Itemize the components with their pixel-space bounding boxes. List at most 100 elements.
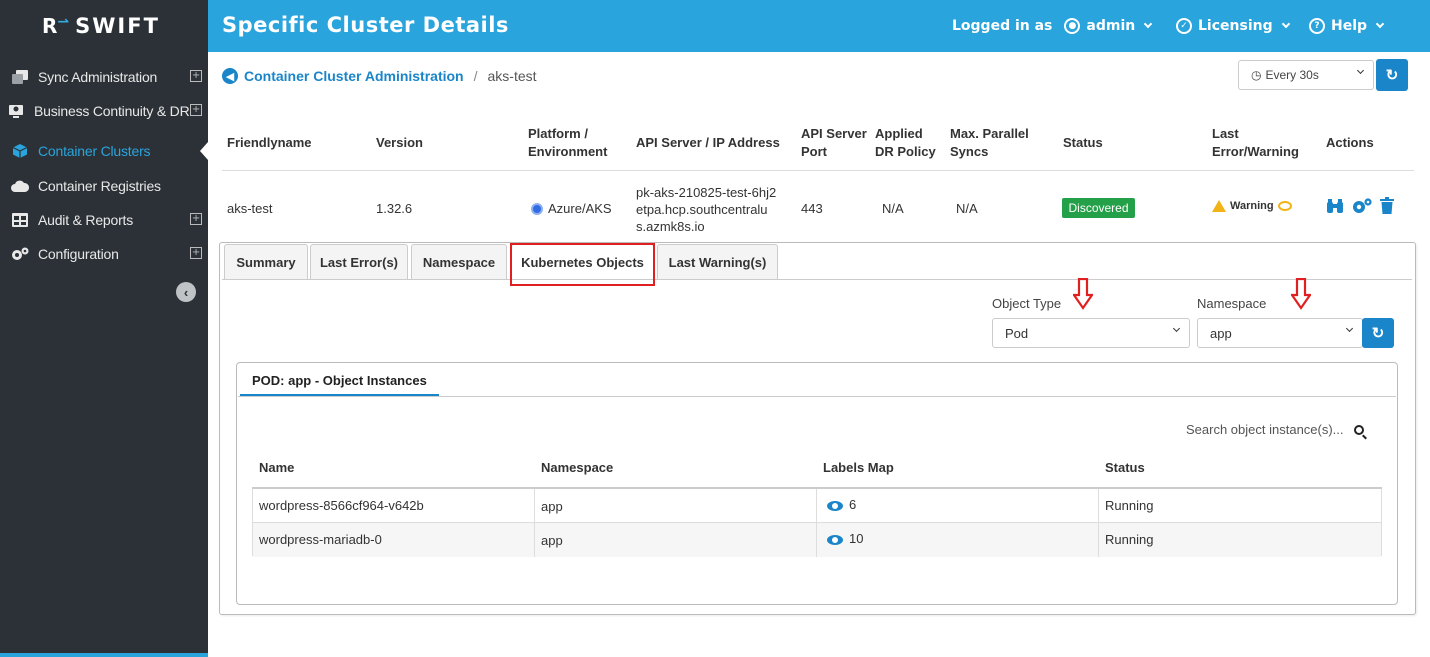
tab-summary[interactable]: Summary — [224, 244, 308, 279]
expand-icon[interactable]: + — [190, 213, 202, 225]
help-label: Help — [1331, 18, 1368, 34]
api-line2: etpa.hcp.southcentralu — [636, 202, 768, 217]
last-warning[interactable]: Warning — [1212, 200, 1292, 212]
licensing-menu[interactable]: ✓ Licensing — [1176, 18, 1290, 34]
eye-icon[interactable] — [827, 534, 843, 545]
object-type-value: Pod — [1005, 325, 1029, 341]
expand-icon[interactable]: + — [190, 247, 202, 259]
col-platform-line1: Platform / — [528, 126, 588, 141]
col-error-line2: Error/Warning — [1212, 144, 1299, 159]
breadcrumb: ◀ Container Cluster Administration / aks… — [222, 68, 537, 84]
binoculars-icon[interactable] — [1326, 198, 1344, 219]
cell-labels-map[interactable]: 10 — [827, 531, 863, 546]
chevron-down-icon — [1375, 19, 1385, 29]
chevron-down-icon — [1143, 19, 1153, 29]
cell-dr-policy: N/A — [882, 201, 904, 216]
expand-icon[interactable]: + — [190, 104, 202, 116]
user-menu[interactable]: Logged in as ● admin — [952, 18, 1153, 34]
cell-status: Running — [1105, 498, 1154, 513]
col-name: Name — [259, 460, 295, 475]
col-policy-line2: DR Policy — [875, 144, 936, 159]
settings-icon[interactable] — [1352, 197, 1372, 219]
red-down-arrow-icon — [1291, 278, 1311, 310]
cell-name: wordpress-8566cf964-v642b — [259, 498, 424, 513]
search-box[interactable]: Search object instance(s)... — [1186, 422, 1364, 437]
licensing-label: Licensing — [1198, 18, 1273, 34]
page-title: Specific Cluster Details — [222, 13, 509, 37]
col-version: Version — [376, 135, 423, 150]
col-status: Status — [1063, 135, 1103, 150]
expand-icon[interactable]: + — [190, 70, 202, 82]
row-actions — [1326, 197, 1394, 219]
table-icon — [10, 212, 30, 228]
status-badge: Discovered — [1062, 198, 1135, 218]
cell-max-syncs: N/A — [956, 201, 978, 216]
column-divider — [1098, 489, 1099, 557]
refresh-interval-select[interactable]: ◷ Every 30s — [1238, 60, 1374, 90]
chevron-down-icon — [1281, 19, 1290, 29]
sidebar-bottom-bar — [0, 653, 208, 657]
username: admin — [1086, 18, 1136, 34]
cell-labels-map[interactable]: 6 — [827, 497, 856, 512]
clock-icon: ◷ — [1251, 68, 1262, 82]
highlight-box — [510, 243, 655, 286]
col-friendlyname: Friendlyname — [227, 135, 312, 150]
col-syncs-line2: Syncs — [950, 144, 989, 159]
cell-namespace: app — [541, 533, 563, 548]
object-type-select[interactable]: Pod — [992, 318, 1190, 348]
sidebar-item-configuration[interactable]: Configuration + — [0, 241, 208, 267]
col-port-line2: Port — [801, 144, 827, 159]
cell-api-server: pk-aks-210825-test-6hj2 etpa.hcp.southce… — [636, 184, 776, 235]
sidebar-item-label: Audit & Reports — [38, 212, 134, 228]
sidebar-item-business-continuity[interactable]: Business Continuity & DR + — [0, 98, 208, 124]
sidebar-item-label: Container Clusters — [38, 143, 151, 159]
trash-icon[interactable] — [1380, 197, 1394, 219]
back-arrow-icon[interactable]: ◀ — [222, 68, 238, 84]
sidebar-item-label: Configuration — [38, 246, 119, 262]
tab-last-errors[interactable]: Last Error(s) — [310, 244, 408, 279]
api-line3: s.azmk8s.io — [636, 219, 705, 234]
col-max-syncs: Max. Parallel Syncs — [950, 126, 1029, 160]
api-line1: pk-aks-210825-test-6hj2 — [636, 185, 777, 200]
col-status: Status — [1105, 460, 1145, 475]
collapse-sidebar-icon[interactable]: ‹ — [176, 282, 196, 302]
logged-in-label: Logged in as — [952, 18, 1053, 34]
tab-object-instances[interactable]: POD: app - Object Instances — [240, 366, 439, 396]
col-platform-line2: Environment — [528, 144, 608, 159]
cell-port: 443 — [801, 201, 823, 216]
sidebar-item-container-registries[interactable]: Container Registries — [0, 173, 208, 199]
tab-namespace[interactable]: Namespace — [411, 244, 507, 279]
table-header-divider — [222, 170, 1414, 171]
sidebar-item-audit-reports[interactable]: Audit & Reports + — [0, 207, 208, 233]
sidebar-item-label: Sync Administration — [38, 69, 158, 85]
eye-icon[interactable] — [1277, 201, 1292, 211]
tab-last-warnings[interactable]: Last Warning(s) — [657, 244, 778, 279]
sidebar-item-sync-administration[interactable]: Sync Administration + — [0, 64, 208, 90]
namespace-label: Namespace — [1197, 296, 1267, 311]
col-platform: Platform / Environment — [528, 126, 607, 160]
copy-icon — [10, 69, 30, 85]
namespace-refresh-button[interactable]: ↻ — [1362, 318, 1394, 348]
object-type-label: Object Type — [992, 296, 1062, 311]
table-row[interactable] — [253, 523, 1381, 557]
namespace-select[interactable]: app — [1197, 318, 1363, 348]
cell-name: wordpress-mariadb-0 — [259, 532, 382, 547]
tab-divider — [222, 279, 1412, 280]
sidebar-item-container-clusters[interactable]: Container Clusters — [0, 138, 208, 164]
column-divider — [534, 489, 535, 557]
warning-icon — [1212, 200, 1226, 212]
platform-label: Azure/AKS — [548, 201, 612, 216]
help-menu[interactable]: ? Help — [1309, 18, 1385, 34]
col-error-line1: Last — [1212, 126, 1239, 141]
search-input[interactable]: Search object instance(s)... — [1186, 422, 1344, 437]
eye-icon[interactable] — [827, 500, 843, 511]
cell-friendlyname: aks-test — [227, 201, 273, 216]
table-header-underline — [252, 487, 1382, 489]
refresh-button[interactable]: ↻ — [1376, 59, 1408, 91]
cell-platform: Azure/AKS — [531, 201, 612, 217]
cell-namespace: app — [541, 499, 563, 514]
search-icon[interactable] — [1353, 424, 1364, 435]
col-port: API Server Port — [801, 126, 867, 160]
breadcrumb-parent-link[interactable]: Container Cluster Administration — [244, 68, 464, 84]
cloud-icon — [10, 178, 30, 194]
